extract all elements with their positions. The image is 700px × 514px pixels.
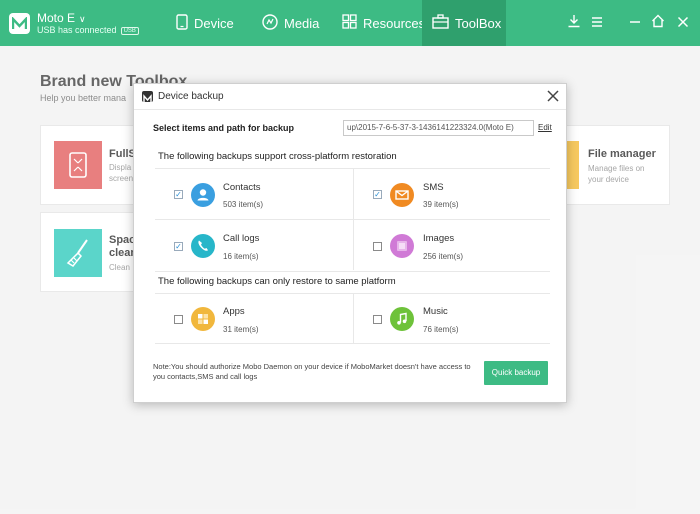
item-name: Music xyxy=(423,306,448,317)
edit-link[interactable]: Edit xyxy=(538,123,552,132)
item-name: Apps xyxy=(223,306,245,317)
dialog-header: Device backup xyxy=(134,84,566,110)
app-logo xyxy=(9,13,30,34)
contacts-checkbox[interactable]: ✓ xyxy=(174,190,183,199)
top-bar: Moto E ∨ USB has connected USB Device Medi… xyxy=(0,0,700,46)
media-icon xyxy=(262,13,278,33)
item-name: SMS xyxy=(423,182,444,193)
backup-row: ✓ Call logs 16 item(s) Images 256 item(s… xyxy=(155,219,550,270)
images-checkbox[interactable] xyxy=(373,242,382,251)
apps-icon xyxy=(191,307,215,331)
music-checkbox[interactable] xyxy=(373,315,382,324)
item-count: 503 item(s) xyxy=(223,200,264,209)
item-count: 16 item(s) xyxy=(223,252,259,261)
tab-label: Media xyxy=(284,15,320,31)
backup-item-contacts[interactable]: ✓ Contacts 503 item(s) xyxy=(155,169,352,219)
apps-checkbox[interactable] xyxy=(174,315,183,324)
item-count: 76 item(s) xyxy=(423,325,459,334)
item-count: 39 item(s) xyxy=(423,200,459,209)
tab-label: ToolBox xyxy=(455,15,502,31)
backup-item-images[interactable]: Images 256 item(s) xyxy=(353,220,550,270)
tab-resources[interactable]: Resources xyxy=(334,0,426,46)
device-name: Moto E xyxy=(37,11,76,25)
phone-icon xyxy=(191,234,215,258)
section-same-platform: The following backups can only restore t… xyxy=(155,271,550,291)
device-selector[interactable]: Moto E ∨ xyxy=(37,11,86,25)
device-status-text: USB has connected xyxy=(37,25,117,35)
backup-path-field[interactable]: up\2015-7-6-5-37-3-1436141223324.0(Moto … xyxy=(343,120,534,136)
backup-row: ✓ Contacts 503 item(s) ✓ SMS 39 item(s) xyxy=(155,168,550,219)
contacts-icon xyxy=(191,183,215,207)
item-name: Contacts xyxy=(223,182,261,193)
tab-media[interactable]: Media xyxy=(254,0,334,46)
download-icon[interactable] xyxy=(565,14,583,32)
backup-item-music[interactable]: Music 76 item(s) xyxy=(353,294,550,343)
images-icon xyxy=(390,234,414,258)
item-count: 31 item(s) xyxy=(223,325,259,334)
call-logs-checkbox[interactable]: ✓ xyxy=(174,242,183,251)
tab-device[interactable]: Device xyxy=(168,0,254,46)
usb-badge: USB xyxy=(120,27,139,35)
close-icon[interactable] xyxy=(674,14,692,32)
chevron-down-icon: ∨ xyxy=(79,14,86,24)
close-icon[interactable] xyxy=(545,88,561,104)
dialog-title: Device backup xyxy=(158,91,224,102)
minimize-icon[interactable] xyxy=(626,14,644,32)
device-backup-dialog: Device backup Select items and path for … xyxy=(133,83,567,403)
section-cross-platform: The following backups support cross-plat… xyxy=(155,147,550,167)
app-logo-icon xyxy=(142,91,153,102)
device-status: USB has connected USB xyxy=(37,25,139,35)
music-icon xyxy=(390,307,414,331)
tab-toolbox[interactable]: ToolBox xyxy=(422,0,506,46)
sms-checkbox[interactable]: ✓ xyxy=(373,190,382,199)
toolbox-icon xyxy=(432,14,449,32)
backup-item-sms[interactable]: ✓ SMS 39 item(s) xyxy=(353,169,550,219)
item-count: 256 item(s) xyxy=(423,252,464,261)
select-label: Select items and path for backup xyxy=(153,123,295,133)
backup-item-apps[interactable]: Apps 31 item(s) xyxy=(155,294,352,343)
menu-icon[interactable] xyxy=(588,14,606,32)
resources-icon xyxy=(342,14,357,32)
quick-backup-button[interactable]: Quick backup xyxy=(484,361,548,385)
tab-label: Resources xyxy=(363,15,426,31)
item-name: Call logs xyxy=(223,233,260,244)
tab-label: Device xyxy=(194,15,234,31)
sms-icon xyxy=(390,183,414,207)
device-icon xyxy=(176,13,188,33)
backup-row: Apps 31 item(s) Music 76 item(s) xyxy=(155,293,550,344)
backup-item-call-logs[interactable]: ✓ Call logs 16 item(s) xyxy=(155,220,352,270)
item-name: Images xyxy=(423,233,455,244)
home-icon[interactable] xyxy=(649,14,667,32)
authorization-note: Note:You should authorize Mobo Daemon on… xyxy=(153,362,471,381)
